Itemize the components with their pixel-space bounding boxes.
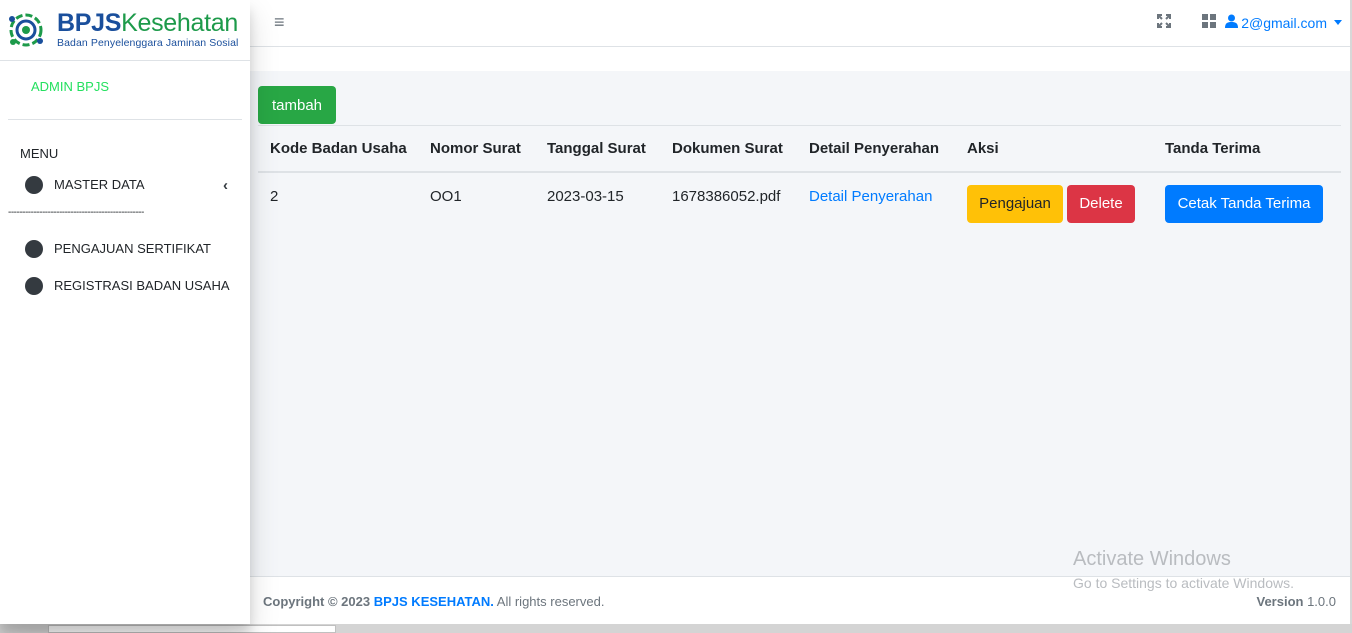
sidebar-user-name[interactable]: ADMIN BPJS: [31, 79, 242, 94]
user-icon: [1225, 14, 1239, 31]
chevron-left-icon: ‹: [223, 177, 228, 194]
sidebar: BPJSKesehatan Badan Penyelenggara Jamina…: [0, 0, 250, 624]
cell-kode: 2: [270, 187, 279, 205]
user-email: 2@gmail.com: [1241, 14, 1327, 31]
column-header: Aksi: [955, 125, 1153, 173]
table-header-row: Kode Badan Usaha Nomor Surat Tanggal Sur…: [258, 125, 1341, 173]
data-table: Kode Badan Usaha Nomor Surat Tanggal Sur…: [258, 125, 1341, 234]
os-taskbar: [0, 624, 1352, 633]
bpjs-logo-icon: [7, 11, 45, 49]
sidebar-item-label: REGISTRASI BADAN USAHA: [54, 278, 230, 293]
user-dropdown[interactable]: 2@gmail.com: [1225, 14, 1342, 31]
activate-windows-watermark: Activate Windows Go to Settings to activ…: [1073, 548, 1294, 591]
brand-title: BPJSKesehatan: [57, 9, 238, 38]
column-header: Detail Penyerahan: [797, 125, 955, 173]
delete-button[interactable]: Delete: [1067, 184, 1135, 223]
brand-link[interactable]: BPJSKesehatan Badan Penyelenggara Jamina…: [0, 0, 250, 61]
circle-icon: [25, 239, 43, 258]
column-header: Tanda Terima: [1153, 125, 1341, 173]
grid-apps-icon[interactable]: [1201, 13, 1217, 29]
circle-icon: [25, 276, 43, 295]
menu-header: MENU: [20, 146, 59, 161]
circle-icon: [25, 175, 43, 194]
sidebar-item-label: MASTER DATA: [54, 177, 145, 192]
caret-down-icon: [1334, 20, 1342, 25]
cell-tanggal: 2023-03-15: [547, 187, 624, 205]
pengajuan-button[interactable]: Pengajuan: [967, 184, 1063, 223]
add-button[interactable]: tambah: [258, 86, 336, 124]
column-header: Tanggal Surat: [535, 125, 660, 173]
menu-separator: ----------------------------------------…: [8, 207, 144, 218]
sidebar-item-registrasi-badan-usaha[interactable]: REGISTRASI BADAN USAHA: [0, 267, 250, 304]
column-header: Dokumen Surat: [660, 125, 797, 173]
cetak-tanda-terima-button[interactable]: Cetak Tanda Terima: [1165, 184, 1323, 223]
column-header: Kode Badan Usaha: [258, 125, 418, 173]
column-header: Nomor Surat: [418, 125, 535, 173]
content-header: [250, 47, 1352, 71]
main-content: tambah Kode Badan Usaha Nomor Surat Tang…: [258, 86, 1341, 234]
top-navbar: ≡ 2@gmail.com: [250, 0, 1352, 47]
copyright-text: Copyright © 2023 BPJS KESEHATAN. All rig…: [263, 594, 605, 609]
footer-brand-link[interactable]: BPJS KESEHATAN.: [374, 594, 494, 609]
sidebar-item-master-data[interactable]: MASTER DATA ‹: [0, 166, 250, 203]
cell-dokumen: 1678386052.pdf: [672, 187, 781, 205]
taskbar-search-box[interactable]: [48, 625, 336, 633]
table-row: 2 OO1 2023-03-15 1678386052.pdf Detail P…: [258, 172, 1341, 234]
sidebar-item-label: PENGAJUAN SERTIFIKAT: [54, 241, 211, 256]
version-text: Version 1.0.0: [1256, 594, 1336, 609]
fullscreen-icon[interactable]: [1156, 13, 1172, 29]
detail-penyerahan-link[interactable]: Detail Penyerahan: [809, 188, 932, 205]
cell-nomor: OO1: [430, 187, 462, 205]
sidebar-item-pengajuan-sertifikat[interactable]: PENGAJUAN SERTIFIKAT: [0, 230, 250, 267]
brand-subtitle: Badan Penyelenggara Jaminan Sosial: [57, 37, 239, 50]
user-panel: ADMIN BPJS: [8, 61, 242, 120]
hamburger-menu-icon[interactable]: ≡: [274, 12, 285, 33]
